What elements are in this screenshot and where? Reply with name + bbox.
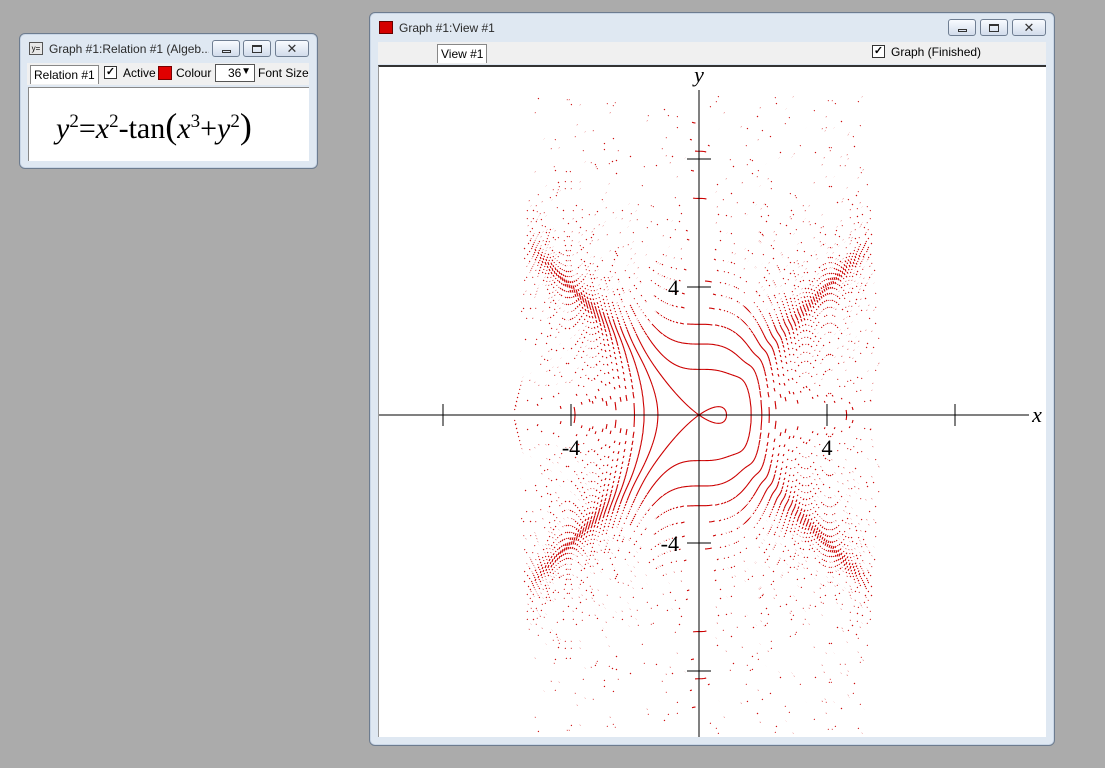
- font-size-value: 36: [228, 66, 242, 80]
- close-icon: ✕: [286, 40, 298, 56]
- view-window-titlebar[interactable]: Graph #1:View #1 ✕: [370, 13, 1054, 41]
- maximize-button[interactable]: [980, 19, 1008, 36]
- relation-window-titlebar[interactable]: y= Graph #1:Relation #1 (Algeb... ✕: [20, 34, 317, 62]
- active-label: Active: [123, 66, 156, 80]
- relation-toolbar: Relation #1 ✓ Active Colour 36 ▼ Font Si…: [27, 63, 309, 85]
- checkmark-icon: ✓: [873, 45, 884, 57]
- minimize-icon: [957, 28, 967, 32]
- view-toolbar: View #1 ✓ Graph (Finished): [378, 42, 1046, 64]
- tab-view-1[interactable]: View #1: [437, 44, 488, 63]
- font-size-select[interactable]: 36 ▼: [215, 64, 255, 82]
- graph-status-label: Graph (Finished): [891, 45, 982, 59]
- maximize-button[interactable]: [243, 40, 271, 57]
- x-tick-label: 4: [822, 435, 833, 460]
- y-axis-label: y: [692, 67, 704, 87]
- close-button[interactable]: ✕: [1012, 19, 1046, 36]
- close-button[interactable]: ✕: [275, 40, 309, 57]
- y-tick-label: 4: [668, 275, 679, 300]
- maximize-icon: [252, 44, 262, 53]
- graph-checkbox[interactable]: ✓: [872, 45, 885, 58]
- dropdown-arrow-icon: ▼: [241, 66, 251, 77]
- x-tick-label: -4: [562, 435, 580, 460]
- graph-plot[interactable]: -4 4 4 -4 x y: [379, 67, 1046, 737]
- close-icon: ✕: [1023, 19, 1035, 35]
- view-window: Graph #1:View #1 ✕ View #1 ✓ Graph (Fini…: [369, 12, 1055, 746]
- app-icon: [379, 21, 393, 34]
- graph-canvas[interactable]: -4 4 4 -4 x y: [378, 65, 1046, 737]
- app-icon: y=: [29, 42, 43, 55]
- checkmark-icon: ✓: [105, 66, 116, 78]
- colour-swatch[interactable]: [158, 66, 172, 80]
- relation-window: y= Graph #1:Relation #1 (Algeb... ✕ Rela…: [19, 33, 318, 169]
- minimize-button[interactable]: [948, 19, 976, 36]
- active-checkbox[interactable]: ✓: [104, 66, 117, 79]
- minimize-icon: [221, 49, 231, 53]
- font-size-label: Font Size: [258, 66, 309, 80]
- equation: y2=x2-tan(x3+y2): [56, 106, 252, 146]
- relation-window-title: Graph #1:Relation #1 (Algeb...: [49, 42, 209, 56]
- maximize-icon: [989, 23, 999, 32]
- equation-panel: y2=x2-tan(x3+y2): [28, 87, 309, 161]
- view-window-title: Graph #1:View #1: [399, 21, 495, 35]
- minimize-button[interactable]: [212, 40, 240, 57]
- x-axis-label: x: [1031, 402, 1042, 427]
- tab-relation-1[interactable]: Relation #1: [30, 65, 99, 84]
- y-tick-label: -4: [661, 531, 679, 556]
- colour-label: Colour: [176, 66, 212, 80]
